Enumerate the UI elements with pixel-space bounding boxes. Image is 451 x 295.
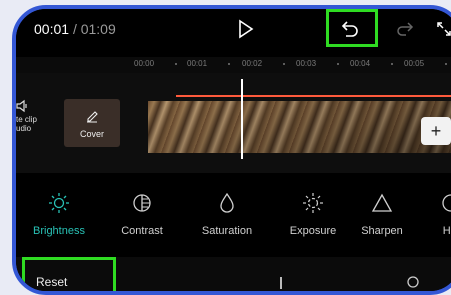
redo-button[interactable]	[396, 21, 414, 42]
time-separator: /	[72, 21, 77, 37]
player-toolbar: 00:01 / 01:09	[16, 9, 451, 51]
tool-label: Contrast	[121, 225, 163, 237]
ruler-tick: 00:00	[134, 59, 155, 68]
tool-sharpen[interactable]: Sharpen	[347, 187, 417, 237]
tool-highlights[interactable]: Hig	[416, 187, 451, 237]
tool-label: Hig	[442, 225, 451, 237]
adjust-slider-handle[interactable]	[280, 277, 282, 289]
sharpen-icon	[371, 193, 393, 212]
bottom-bar: Reset	[16, 257, 451, 291]
tool-label: Exposure	[289, 225, 337, 237]
playback-time: 00:01 / 01:09	[34, 21, 116, 37]
reset-highlight	[22, 257, 116, 291]
ruler-dot	[283, 63, 285, 65]
ruler-dot	[445, 63, 447, 65]
phone-frame: 00:01 / 01:09 00:00 00:01 00:02 00:03 00…	[12, 5, 451, 295]
cover-label: Cover	[79, 129, 104, 139]
redo-icon	[397, 22, 414, 36]
video-clip-strip[interactable]	[148, 101, 451, 153]
tool-brightness[interactable]: Brightness	[24, 187, 94, 237]
cover-button[interactable]: Cover	[64, 99, 120, 147]
tool-exposure[interactable]: Exposure	[278, 187, 348, 237]
play-icon	[239, 19, 254, 39]
audio-track-line	[176, 95, 451, 97]
mute-label-line1: te clip	[16, 115, 37, 124]
timeline[interactable]: te clip udio Cover +	[16, 73, 451, 173]
tool-contrast[interactable]: Contrast	[107, 187, 177, 237]
tool-label: Sharpen	[361, 225, 403, 237]
ruler-tick: 00:05	[404, 59, 425, 68]
edit-pencil-icon	[87, 111, 98, 123]
ruler-dot	[228, 63, 230, 65]
playhead[interactable]	[241, 79, 243, 159]
ruler-tick: 00:04	[350, 59, 371, 68]
ruler-tick: 00:02	[242, 59, 263, 68]
tool-label: Brightness	[33, 225, 85, 237]
ruler-dot	[391, 63, 393, 65]
add-clip-button[interactable]: +	[421, 117, 451, 145]
undo-highlight	[326, 9, 378, 47]
duration: 01:09	[80, 21, 116, 37]
adjust-tools: Brightness Contrast Saturation Exposure …	[16, 179, 451, 259]
tool-saturation[interactable]: Saturation	[192, 187, 262, 237]
ruler-dot	[337, 63, 339, 65]
mute-label-line2: udio	[16, 124, 32, 133]
play-button[interactable]	[238, 19, 254, 44]
brightness-icon	[49, 193, 69, 213]
ruler-tick: 00:01	[187, 59, 208, 68]
contrast-icon	[133, 194, 151, 212]
tool-label: Saturation	[201, 225, 253, 237]
highlights-icon	[442, 194, 451, 212]
ruler-dot	[175, 63, 177, 65]
time-ruler[interactable]: 00:00 00:01 00:02 00:03 00:04 00:05	[16, 57, 451, 73]
mute-clip-audio-button[interactable]: te clip udio	[16, 99, 37, 133]
exposure-icon	[303, 193, 323, 213]
speaker-icon	[16, 99, 27, 113]
fullscreen-button[interactable]	[436, 21, 451, 42]
search-icon[interactable]	[406, 275, 422, 291]
current-time: 00:01	[34, 21, 70, 37]
saturation-icon	[220, 192, 234, 213]
ruler-tick: 00:03	[296, 59, 317, 68]
fullscreen-icon	[437, 22, 451, 36]
